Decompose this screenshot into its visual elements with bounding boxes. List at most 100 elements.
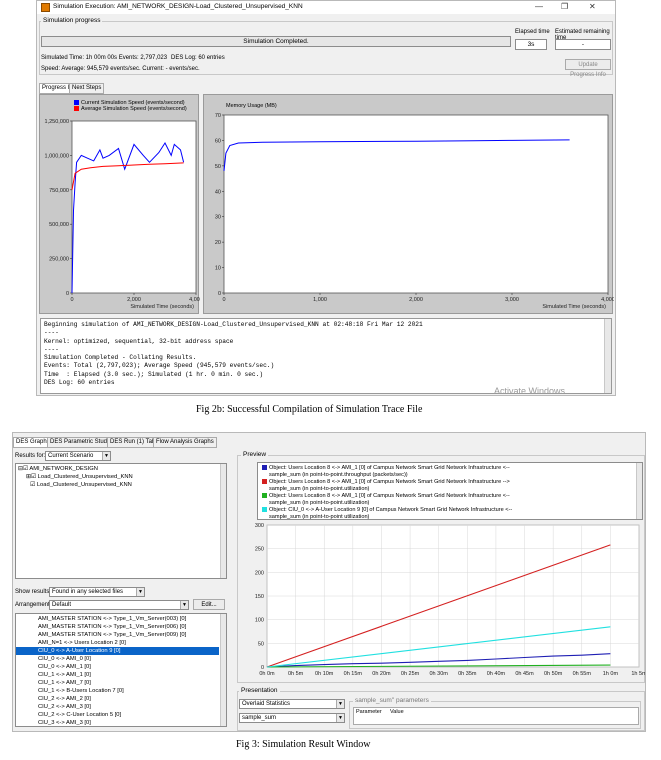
arrangement-value: Default — [52, 602, 72, 608]
statistic-list-item[interactable]: AMI_MASTER STATION <-> Type_1_Vm_Server(… — [16, 615, 219, 623]
memory-y-tick-label: 30 — [215, 215, 221, 221]
legend-entry-label: Object: CIU_0 <-> A-User Location 9 [0] … — [269, 507, 513, 513]
memory-y-tick-label: 20 — [215, 240, 221, 246]
legend-entry-label: Object: Users Location 8 <-> AMI_1 [0] o… — [269, 465, 510, 471]
memory-y-tick-label: 10 — [215, 266, 221, 272]
maximize-icon[interactable]: ❐ — [561, 2, 568, 11]
statistic-list-item[interactable]: CIU_1 <-> AMI_7 [0] — [16, 679, 219, 687]
statistic-list-item[interactable]: CIU_2 <-> AMI_3 [0] — [16, 703, 219, 711]
parameters-table[interactable]: Parameter Value — [353, 707, 639, 725]
memory-chart-panel: Memory Usage (MB) 70 60 50 40 30 20 10 0 0 1,000 2… — [203, 94, 614, 314]
tree-item-root[interactable]: ⊟☑ AMI_NETWORK_DESIGN — [18, 465, 98, 473]
presentation-label: Presentation — [239, 687, 280, 694]
legend-entry: Object: Users Location 8 <-> AMI_1 [0] o… — [262, 465, 510, 472]
preview-y-tick-label: 300 — [255, 523, 264, 529]
minimize-icon[interactable]: — — [535, 2, 543, 11]
preview-x-tick-label: 0h 55m — [573, 671, 592, 677]
preview-x-tick-label: 0h 20m — [372, 671, 391, 677]
speed-x-tick-label: 4,000 — [189, 297, 200, 303]
legend-swatch — [262, 479, 267, 485]
parameter-column-header: Parameter — [356, 709, 382, 715]
statistic-list-item[interactable]: CIU_1 <-> AMI_1 [0] — [16, 671, 219, 679]
statistic-list-item[interactable]: AMI_N=1 <-> Users Location 2 [0] — [16, 639, 219, 647]
statistic-list-item[interactable]: CIU_0 <-> A-User Location 9 [0] — [16, 647, 219, 655]
memory-x-tick-label: 0 — [222, 297, 225, 303]
legend-entry: Object: Users Location 8 <-> AMI_1 [0] o… — [262, 493, 510, 500]
preview-y-tick-label: 100 — [255, 618, 264, 624]
activate-windows-watermark: Activate Windows — [494, 386, 566, 396]
statistic-list-item[interactable]: AMI_MASTER STATION <-> Type_1_Vm_Server(… — [16, 631, 219, 639]
tab-next-steps[interactable]: Next Steps — [69, 83, 105, 94]
title-bar: Simulation Execution: AMI_NETWORK_DESIGN… — [37, 1, 615, 14]
preview-x-tick-label: 1h 5m — [631, 671, 645, 677]
preview-x-tick-label: 0h 50m — [544, 671, 563, 677]
statistics-scrollbar[interactable] — [220, 614, 226, 726]
caption-fig-3: Fig 3: Simulation Result Window — [236, 739, 371, 750]
log-line: ---- — [44, 345, 59, 353]
simulation-log[interactable]: Beginning simulation of AMI_NETWORK_DESI… — [40, 318, 612, 394]
speed-x-axis-label: Simulated Time (seconds) — [130, 304, 194, 310]
preview-y-tick-label: 200 — [255, 570, 264, 576]
speed-y-tick-label: 0 — [66, 291, 69, 297]
statistics-list[interactable]: CIU_3 <-> AMI_3 [0] CIU_2 <-> C-User Loca… — [15, 613, 227, 727]
chevron-down-icon: ▼ — [136, 588, 144, 596]
tab-flow-analysis-graphs[interactable]: Flow Analysis Graphs — [153, 437, 217, 448]
chevron-down-icon: ▼ — [102, 452, 110, 460]
legend-entry-sub: sample_sum (in point-to-point.throughput… — [269, 472, 408, 478]
remaining-time-value: - — [555, 39, 611, 50]
preview-x-tick-label: 0h 35m — [458, 671, 477, 677]
tree-scenario-1-label: Load_Clustered_Unsupervised_KNN — [37, 474, 133, 480]
filter-value: sample_sum — [242, 715, 277, 721]
update-progress-button[interactable]: Update Progress Info — [565, 59, 611, 78]
stats-line-2: Speed: Average: 945,579 events/sec. Curr… — [41, 66, 200, 72]
statistic-list-item[interactable]: CIU_2 <-> AMI_2 [0] — [16, 695, 219, 703]
results-for-value: Current Scenario — [48, 453, 94, 459]
show-results-select[interactable]: Found in any selected files ▼ — [49, 587, 145, 597]
arrangement-label: Arrangement: — [15, 602, 52, 608]
presentation-select[interactable]: Overlaid Statistics ▼ — [239, 699, 345, 709]
memory-x-tick-label: 1,000 — [313, 297, 327, 303]
preview-x-tick-label: 0h 0m — [259, 671, 275, 677]
progress-group-label: Simulation progress — [41, 17, 103, 24]
preview-x-tick-label: 0h 45m — [515, 671, 534, 677]
scenario-tree[interactable]: ⊟☑ AMI_NETWORK_DESIGN ⊞☑ Load_Clustered_… — [15, 463, 227, 579]
tree-item-scenario-2[interactable]: ☑ Load_Clustered_Unsupervised_KNN — [30, 481, 132, 489]
statistic-list-item[interactable]: CIU_0 <-> AMI_0 [0] — [16, 655, 219, 663]
legend-swatch — [262, 465, 267, 471]
statistic-list-item[interactable]: CIU_3 <-> AMI_3 [0] — [16, 719, 219, 726]
tree-item-scenario-1[interactable]: ⊞☑ Load_Clustered_Unsupervised_KNN — [26, 473, 133, 481]
memory-chart: 70 60 50 40 30 20 10 00 1,000 2,000 3,000 4,000Simu… — [215, 113, 614, 310]
legend-entry-label: Object: Users Location 8 <-> AMI_1 [0] o… — [269, 493, 510, 499]
preview-x-tick-label: 0h 15m — [344, 671, 363, 677]
filter-select[interactable]: sample_sum ▼ — [239, 713, 345, 723]
legend-entry-label: Object: Users Location 8 <-> AMI_1 [0] o… — [269, 479, 510, 485]
speed-x-tick-label: 0 — [70, 297, 73, 303]
legend-swatch — [262, 493, 267, 499]
log-scrollbar[interactable] — [604, 319, 611, 393]
preview-y-tick-label: 150 — [255, 594, 264, 600]
legend-swatch — [262, 507, 267, 513]
value-column-header: Value — [390, 709, 404, 715]
preview-chart: 3002502001501005000h 0m 0h 5m 0h 10m 0h 15m… — [255, 523, 645, 677]
edit-button[interactable]: Edit... — [193, 599, 225, 610]
stats-line-1: Simulated Time: 1h 00m 00s Events: 2,797… — [41, 55, 168, 61]
statistic-list-item[interactable]: AMI_MASTER STATION <-> Type_1_Vm_Server(… — [16, 623, 219, 631]
statistic-list-item[interactable]: CIU_0 <-> AMI_1 [0] — [16, 663, 219, 671]
parameters-group-label: sample_sum" parameters — [353, 697, 431, 704]
arrangement-select[interactable]: Default ▼ — [49, 600, 189, 610]
preview-x-tick-label: 0h 25m — [401, 671, 420, 677]
memory-y-tick-label: 40 — [215, 189, 221, 195]
results-for-select[interactable]: Current Scenario ▼ — [45, 451, 111, 461]
speed-x-tick-label: 2,000 — [127, 297, 141, 303]
preview-x-tick-label: 1h 0m — [603, 671, 619, 677]
statistic-list-item[interactable]: CIU_2 <-> C-User Location 5 [0] — [16, 711, 219, 719]
app-icon — [41, 3, 50, 12]
memory-y-tick-label: 0 — [218, 291, 221, 297]
tree-scrollbar[interactable] — [220, 464, 226, 578]
memory-y-tick-label: 50 — [215, 164, 221, 170]
chevron-down-icon: ▼ — [336, 714, 344, 722]
legend-scrollbar[interactable] — [636, 463, 642, 519]
statistic-list-item[interactable]: CIU_1 <-> B-Users Location 7 [0] — [16, 687, 219, 695]
log-line: Kernel: optimized, sequential, 32-bit ad… — [44, 337, 234, 345]
close-icon[interactable]: ✕ — [589, 2, 596, 11]
